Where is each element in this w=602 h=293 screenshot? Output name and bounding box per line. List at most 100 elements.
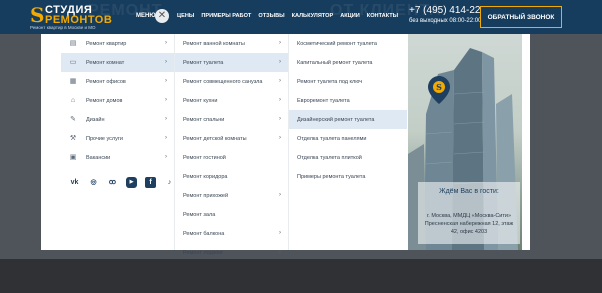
menu-room-label: Ремонт коридора (183, 173, 228, 180)
menu-service-label: Отделка туалета плиткой (297, 154, 362, 161)
site-logo[interactable]: S СТУДИЯ РЕМОНТОВ (30, 3, 113, 27)
tools-icon: ⚒ (69, 135, 77, 142)
logo-line-2: РЕМОНТОВ (45, 14, 113, 26)
menu-service-label: Ремонт туалета под ключ (297, 78, 363, 85)
briefcase-icon: ▣ (69, 154, 77, 161)
tiktok-icon[interactable]: ♪ (164, 177, 175, 188)
chevron-right-icon: › (165, 135, 167, 141)
menu-category-label: Ремонт домов (86, 97, 123, 104)
nav-calculator[interactable]: КАЛЬКУЛЯТОР (292, 13, 334, 19)
nav-promotions[interactable]: АКЦИИ (340, 13, 360, 19)
menu-room-item[interactable]: Ремонт коридора (175, 167, 288, 186)
menu-category-item[interactable]: ▦ Ремонт офисов › (61, 72, 174, 91)
menu-room-item[interactable]: Ремонт гостиной (175, 148, 288, 167)
menu-category-label: Ремонт квартир (86, 40, 127, 47)
logo-s-icon: S (30, 3, 45, 27)
menu-service-label: Примеры ремонта туалета (297, 173, 366, 180)
main-nav: ЦЕНЫ ПРИМЕРЫ РАБОТ ОТЗЫВЫ КАЛЬКУЛЯТОР АК… (177, 13, 405, 19)
menu-category-item[interactable]: ▭ Ремонт комнат › (61, 53, 174, 72)
chevron-right-icon: › (279, 40, 281, 46)
menu-room-label: Ремонт детской комнаты (183, 135, 247, 142)
menu-category-item[interactable]: ▤ Ремонт квартир › (61, 34, 174, 53)
page-bottom (0, 259, 602, 293)
menu-categories: ▤ Ремонт квартир › ▭ Ремонт комнат › ▦ Р… (61, 34, 175, 250)
menu-service-item[interactable]: Отделка туалета панелями (289, 129, 407, 148)
close-menu-button[interactable]: ✕ (155, 9, 169, 23)
menu-room-item[interactable]: Ремонт туалета › (175, 53, 288, 72)
menu-service-label: Капитальный ремонт туалета (297, 59, 373, 66)
youtube-icon[interactable]: ▶ (126, 177, 137, 188)
menu-service-item[interactable]: Евроремонт туалета (289, 91, 407, 110)
working-hours: без выходных 08:00-22:00 (409, 18, 482, 24)
menu-room-item[interactable]: Ремонт детской комнаты › (175, 129, 288, 148)
menu-room-item[interactable]: Ремонт совмещенного санузла › (175, 72, 288, 91)
menu-service-label: Евроремонт туалета (297, 97, 350, 104)
menu-room-item[interactable]: Ремонт кухни › (175, 91, 288, 110)
menu-left-edge (41, 34, 61, 250)
menu-service-item[interactable]: Примеры ремонта туалета (289, 167, 407, 186)
menu-room-label: Ремонт совмещенного санузла (183, 78, 263, 85)
menu-category-item[interactable]: ✎ Дизайн › (61, 110, 174, 129)
menu-room-item[interactable]: Ремонт зала (175, 205, 288, 224)
nav-reviews[interactable]: ОТЗЫВЫ (258, 13, 284, 19)
menu-room-label: Ремонт гостиной (183, 154, 226, 161)
menu-service-item[interactable]: Отделка туалета плиткой (289, 148, 407, 167)
menu-room-item[interactable]: Ремонт спальни › (175, 110, 288, 129)
address-title: Ждём Вас в гости: (439, 188, 499, 195)
design-icon: ✎ (70, 116, 76, 123)
office-icon: ▦ (69, 78, 77, 85)
close-icon: ✕ (157, 10, 167, 21)
menu-service-label: Дизайнерский ремонт туалета (297, 116, 375, 123)
menu-category-item[interactable]: ⚒ Прочие услуги › (61, 129, 174, 148)
menu-room-label: Ремонт балкона (183, 230, 225, 237)
menu-service-label: Косметический ремонт туалета (297, 40, 377, 47)
menu-service-item[interactable]: Ремонт туалета под ключ (289, 72, 407, 91)
chevron-right-icon: › (165, 40, 167, 46)
house-icon: ⌂ (70, 97, 76, 104)
menu-label[interactable]: МЕНЮ (136, 13, 156, 19)
nav-prices[interactable]: ЦЕНЫ (177, 13, 194, 19)
menu-category-item[interactable]: ▣ Вакансии › (61, 148, 174, 167)
svg-text:S: S (436, 82, 442, 92)
odnoklassniki-icon[interactable]: ꝏ (107, 177, 118, 188)
menu-room-item[interactable]: Ремонт ванной комнаты › (175, 34, 288, 53)
location-pin-icon: S (428, 76, 450, 104)
menu-service-item[interactable]: Дизайнерский ремонт туалета (289, 110, 407, 129)
chevron-right-icon: › (279, 116, 281, 122)
chevron-right-icon: › (279, 135, 281, 141)
menu-room-label: Ремонт зала (183, 211, 216, 218)
facebook-icon[interactable]: f (145, 177, 156, 188)
chevron-right-icon: › (279, 249, 281, 255)
menu-service-item[interactable]: Капитальный ремонт туалета (289, 53, 407, 72)
chevron-right-icon: › (165, 59, 167, 65)
menu-service-item[interactable]: Косметический ремонт туалета (289, 34, 407, 53)
social-links: vk ◎ ꝏ ▶ f ♪ (69, 177, 183, 188)
instagram-icon[interactable]: ◎ (88, 177, 99, 188)
site-header: РЕМОНТ ОТ КЛИЕНТА S СТУДИЯ РЕМОНТОВ Ремо… (0, 0, 602, 34)
nav-contacts[interactable]: КОНТАКТЫ (367, 13, 398, 19)
menu-category-label: Вакансии (86, 154, 111, 161)
callback-button[interactable]: ОБРАТНЫЙ ЗВОНОК (480, 6, 562, 28)
menu-room-item[interactable]: Ремонт лоджии › (175, 243, 288, 262)
chevron-right-icon: › (279, 97, 281, 103)
chevron-right-icon: › (165, 116, 167, 122)
menu-room-label: Ремонт прихожей (183, 192, 229, 199)
office-promo: S Ждём Вас в гости: г. Москва, ММДЦ «Мос… (408, 34, 522, 250)
menu-category-label: Ремонт комнат (86, 59, 125, 66)
menu-room-label: Ремонт туалета (183, 59, 224, 66)
menu-room-label: Ремонт спальни (183, 116, 225, 123)
menu-room-item[interactable]: Ремонт прихожей › (175, 186, 288, 205)
chevron-right-icon: › (165, 78, 167, 84)
menu-category-label: Ремонт офисов (86, 78, 126, 85)
nav-portfolio[interactable]: ПРИМЕРЫ РАБОТ (201, 13, 251, 19)
sofa-icon: ▭ (69, 59, 77, 66)
menu-room-label: Ремонт кухни (183, 97, 218, 104)
menu-category-label: Дизайн (86, 116, 105, 123)
chevron-right-icon: › (279, 59, 281, 65)
chevron-right-icon: › (165, 154, 167, 160)
menu-room-item[interactable]: Ремонт балкона › (175, 224, 288, 243)
menu-category-item[interactable]: ⌂ Ремонт домов › (61, 91, 174, 110)
menu-room-label: Ремонт ванной комнаты (183, 40, 245, 47)
menu-service-label: Отделка туалета панелями (297, 135, 367, 142)
vk-icon[interactable]: vk (69, 177, 80, 188)
